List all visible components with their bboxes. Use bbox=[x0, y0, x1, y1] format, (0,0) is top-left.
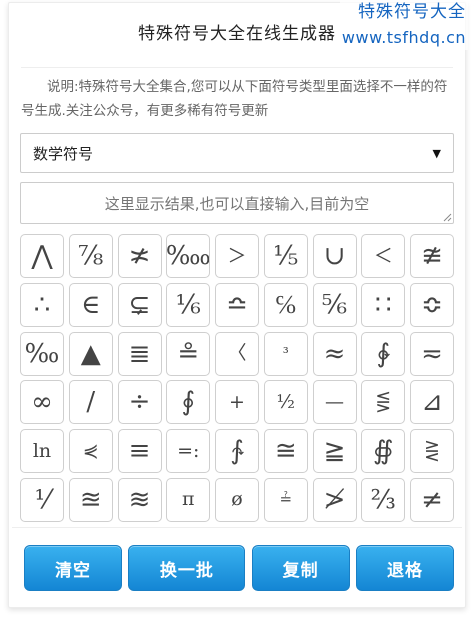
backspace-button[interactable]: 退格 bbox=[355, 545, 454, 591]
triangle-down-icon: ▼ bbox=[432, 146, 441, 160]
symbol-cell[interactable]: ▲ bbox=[68, 331, 113, 376]
action-buttons: 清空 换一批 复制 退格 bbox=[24, 545, 454, 591]
symbol-cell[interactable]: ‰ bbox=[20, 331, 64, 376]
symbol-cell[interactable]: ∮ bbox=[166, 380, 211, 425]
symbol-cell[interactable]: ⋞ bbox=[68, 429, 113, 474]
symbol-cell[interactable]: =: bbox=[166, 429, 211, 474]
result-textarea[interactable] bbox=[20, 182, 454, 224]
symbol-cell[interactable]: ½ bbox=[263, 380, 308, 425]
symbol-cell[interactable]: ⊊ bbox=[117, 282, 162, 327]
symbol-cell[interactable]: ⋛ bbox=[410, 429, 454, 474]
symbol-cell[interactable]: ≠ bbox=[410, 477, 454, 522]
symbol-cell[interactable]: ∯ bbox=[361, 429, 406, 474]
symbol-cell[interactable]: ∞ bbox=[20, 380, 64, 425]
symbol-cell[interactable]: ∲ bbox=[361, 331, 406, 376]
symbol-cell[interactable]: 〈 bbox=[215, 331, 259, 376]
symbol-cell[interactable]: ≅ bbox=[263, 429, 308, 474]
watermark-name: 特殊符号大全 bbox=[358, 2, 466, 22]
symbol-cell[interactable]: ∱ bbox=[215, 429, 259, 474]
symbol-cell[interactable]: ⅚ bbox=[312, 282, 357, 327]
site-watermark: 特殊符号大全 www.tsfhdq.cn bbox=[339, 0, 468, 50]
symbol-cell[interactable]: ≗ bbox=[166, 331, 211, 376]
symbol-cell[interactable]: ≂ bbox=[410, 331, 454, 376]
symbol-cell[interactable]: ≋ bbox=[117, 477, 162, 522]
symbol-cell[interactable]: ℅ bbox=[263, 282, 308, 327]
symbol-grid: ⋀ ⅞ ≭ ‱ ＞ ⅕ ∪ ＜ ≇ ∴ ∈ ⊊ ⅙ ≏ ℅ ⅚ ∷ ≎ ‰ ▲ ≣ ≗ 〈 ³ ≈ ∲ ≂ ∞ ∕ ÷ ∮ + ½ — ⋚ ⊿ ln ⋞ ≡… bbox=[20, 234, 454, 522]
buttons-divider bbox=[12, 527, 462, 528]
symbol-cell[interactable]: ≟ bbox=[263, 477, 308, 522]
symbol-cell[interactable]: ⅔ bbox=[361, 477, 406, 522]
symbol-cell[interactable]: ⅞ bbox=[68, 234, 113, 278]
symbol-cell[interactable]: π bbox=[166, 477, 211, 522]
watermark-url: www.tsfhdq.cn bbox=[341, 28, 466, 47]
symbol-cell[interactable]: ÷ bbox=[117, 380, 162, 425]
symbol-cell[interactable]: ∪ bbox=[312, 234, 357, 278]
category-selected-value: 数学符号 bbox=[33, 144, 94, 163]
symbol-cell[interactable]: ≯ bbox=[312, 477, 357, 522]
symbol-cell[interactable]: ≣ bbox=[117, 331, 162, 376]
symbol-cell[interactable]: ⋚ bbox=[361, 380, 406, 425]
symbol-cell[interactable]: ≈ bbox=[312, 331, 357, 376]
symbol-cell[interactable]: ≭ bbox=[117, 234, 162, 278]
symbol-cell[interactable]: ø bbox=[215, 477, 259, 522]
symbol-cell[interactable]: ⅕ bbox=[263, 234, 308, 278]
symbol-cell[interactable]: ≡ bbox=[117, 429, 162, 474]
symbol-cell[interactable]: ∷ bbox=[361, 282, 406, 327]
symbol-cell[interactable]: ≎ bbox=[410, 282, 454, 327]
symbol-cell[interactable]: + bbox=[215, 380, 259, 425]
refresh-button[interactable]: 换一批 bbox=[128, 545, 246, 591]
symbol-cell[interactable]: ⅟ bbox=[20, 477, 64, 522]
symbol-cell[interactable]: ³ bbox=[263, 331, 308, 376]
header-divider bbox=[21, 67, 453, 68]
symbol-cell[interactable]: ‱ bbox=[166, 234, 211, 278]
symbol-cell[interactable]: ⅙ bbox=[166, 282, 211, 327]
symbol-cell[interactable]: ＞ bbox=[215, 234, 259, 278]
symbol-cell[interactable]: ＜ bbox=[361, 234, 406, 278]
symbol-cell[interactable]: — bbox=[312, 380, 357, 425]
category-select[interactable]: 数学符号 ▼ bbox=[20, 133, 454, 173]
symbol-cell[interactable]: ∴ bbox=[20, 282, 64, 327]
copy-button[interactable]: 复制 bbox=[251, 545, 350, 591]
symbol-cell[interactable]: ≧ bbox=[312, 429, 357, 474]
symbol-cell[interactable]: ⋀ bbox=[20, 234, 64, 278]
description-text: 说明:特殊符号大全集合,您可以从下面符号类型里面选择不一样的符号生成.关注公众号… bbox=[21, 79, 448, 119]
symbol-cell[interactable]: ⊿ bbox=[410, 380, 454, 425]
symbol-cell[interactable]: ≊ bbox=[68, 477, 113, 522]
clear-button[interactable]: 清空 bbox=[24, 545, 122, 591]
symbol-cell[interactable]: ≏ bbox=[215, 282, 259, 327]
symbol-cell[interactable]: ∕ bbox=[68, 380, 113, 425]
symbol-cell[interactable]: ln bbox=[20, 429, 64, 474]
symbol-cell[interactable]: ≇ bbox=[410, 234, 454, 278]
symbol-cell[interactable]: ∈ bbox=[68, 282, 113, 327]
